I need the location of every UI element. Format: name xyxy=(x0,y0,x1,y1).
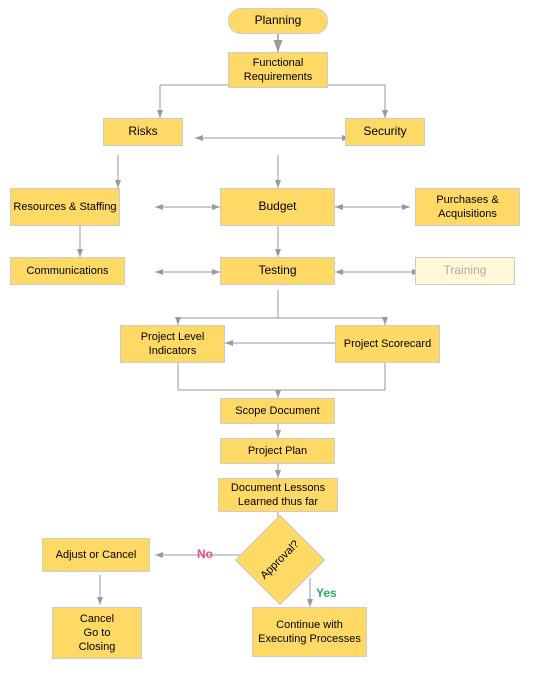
risks-node: Risks xyxy=(103,118,183,146)
adjust-cancel-label: Adjust or Cancel xyxy=(56,548,137,562)
project-plan-label: Project Plan xyxy=(248,444,307,458)
budget-node: Budget xyxy=(220,188,335,226)
document-lessons-node: Document Lessons Learned thus far xyxy=(218,478,338,512)
cancel-closing-label: Cancel Go to Closing xyxy=(79,612,116,655)
communications-node: Communications xyxy=(10,257,125,285)
project-scorecard-label: Project Scorecard xyxy=(344,337,431,351)
project-scorecard-node: Project Scorecard xyxy=(335,325,440,363)
security-node: Security xyxy=(345,118,425,146)
adjust-cancel-node: Adjust or Cancel xyxy=(42,538,150,572)
project-plan-node: Project Plan xyxy=(220,438,335,464)
approval-label: Approval? xyxy=(257,537,302,582)
label-no: No xyxy=(197,547,213,561)
budget-label: Budget xyxy=(258,199,296,215)
communications-label: Communications xyxy=(27,264,109,278)
document-lessons-label: Document Lessons Learned thus far xyxy=(231,481,325,510)
functional-requirements-label: Functional Requirements xyxy=(244,56,312,85)
approval-node: Approval? xyxy=(248,528,312,592)
testing-node: Testing xyxy=(220,257,335,285)
resources-staffing-node: Resources & Staffing xyxy=(10,188,120,226)
planning-label: Planning xyxy=(255,13,302,29)
continue-executing-label: Continue with Executing Processes xyxy=(258,618,361,647)
risks-label: Risks xyxy=(128,124,157,140)
security-label: Security xyxy=(363,124,406,140)
training-node: Training xyxy=(415,257,515,285)
project-level-indicators-label: Project Level Indicators xyxy=(141,330,205,359)
functional-requirements-node: Functional Requirements xyxy=(228,52,328,88)
planning-node: Planning xyxy=(228,8,328,34)
purchases-acquisitions-node: Purchases & Acquisitions xyxy=(415,188,520,226)
continue-executing-node: Continue with Executing Processes xyxy=(252,607,367,657)
project-level-indicators-node: Project Level Indicators xyxy=(120,325,225,363)
resources-staffing-label: Resources & Staffing xyxy=(13,200,116,214)
purchases-acquisitions-label: Purchases & Acquisitions xyxy=(436,193,498,222)
flowchart: Planning Functional Requirements Risks S… xyxy=(0,0,557,678)
cancel-closing-node: Cancel Go to Closing xyxy=(52,607,142,659)
training-label: Training xyxy=(444,263,487,279)
testing-label: Testing xyxy=(258,263,296,279)
scope-document-node: Scope Document xyxy=(220,398,335,424)
label-yes: Yes xyxy=(316,586,337,600)
scope-document-label: Scope Document xyxy=(235,404,319,418)
